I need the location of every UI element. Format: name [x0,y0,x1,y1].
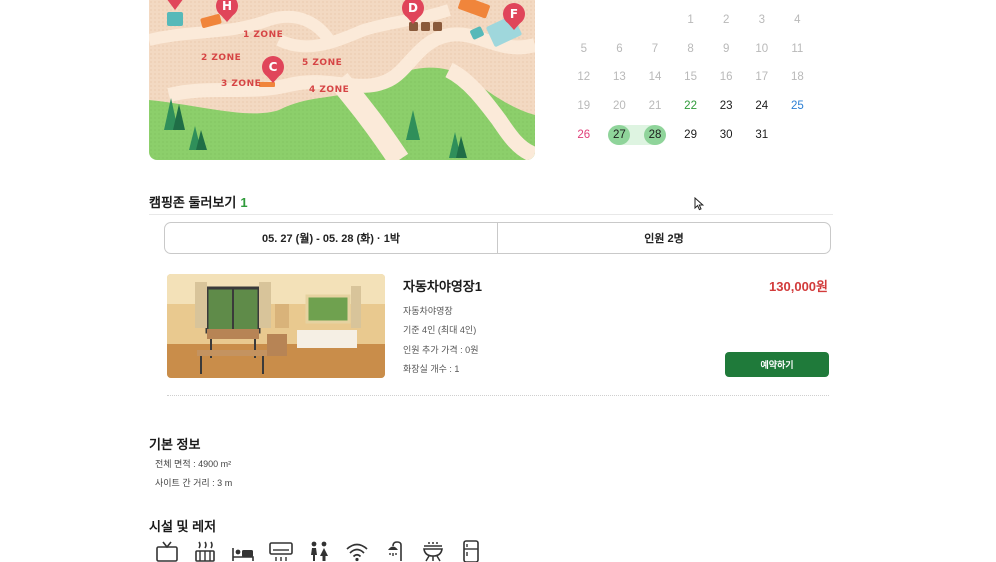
pin-letter-h: H [222,0,232,13]
calendar-day-30[interactable]: 30 [708,129,744,141]
facility-icon-list [155,540,483,562]
date-range-filter[interactable]: 05. 27 (월) - 05. 28 (화) · 1박 [165,223,497,253]
site-restroom-count: 화장실 개수 : 1 [403,364,460,374]
calendar-day-3[interactable]: 3 [744,14,780,26]
refrigerator-icon [463,540,479,562]
search-filter-bar: 05. 27 (월) - 05. 28 (화) · 1박 인원 2명 [164,222,831,254]
calendar-day-1[interactable]: 1 [673,14,709,26]
calendar-week-row: 19 20 21 22 23 24 25 [566,92,818,121]
pin-letter-f: F [510,7,518,21]
facilities-title: 시설 및 레저 [149,519,217,534]
site-price: 130,000원 [769,279,828,294]
calendar-day-10[interactable]: 10 [744,43,780,55]
calendar-week-row: 12 13 14 15 16 17 18 [566,63,818,92]
calendar-day-13[interactable]: 13 [602,71,638,83]
calendar-day-23[interactable]: 23 [708,100,744,112]
zone-label-2: 2 ZONE [201,53,241,63]
calendar-day-11[interactable]: 11 [780,43,816,55]
restroom-icon [311,541,328,561]
site-photo[interactable] [167,274,385,378]
calendar-week-row: 26 27 28 29 30 31 [566,120,818,149]
calendar-day-20[interactable]: 20 [602,100,638,112]
calendar-day-28[interactable]: 28 [637,124,673,145]
calendar-day-5[interactable]: 5 [566,43,602,55]
calendar-day-6[interactable]: 6 [602,43,638,55]
pin-letter-c: C [269,60,278,74]
calendar-day-4[interactable]: 4 [780,14,816,26]
wifi-icon [346,543,368,562]
bed-icon [232,548,254,561]
calendar-day-2[interactable]: 2 [708,14,744,26]
calendar-day-9[interactable]: 9 [708,43,744,55]
site-distance: 사이트 간 거리 : 3 m [155,478,233,488]
camping-zones-heading: 캠핑존 둘러보기 1 [149,192,248,211]
calendar-day-24[interactable]: 24 [744,100,780,112]
site-type: 자동차야영장 [403,306,453,316]
site-capacity: 기준 4인 (최대 4인) [403,325,477,335]
calendar-day-12[interactable]: 12 [566,71,602,83]
calendar-day-25[interactable]: 25 [780,100,816,112]
calendar-day-21[interactable]: 21 [637,100,673,112]
calendar-day-7[interactable]: 7 [637,43,673,55]
date-calendar: 1 2 3 4 5 6 7 8 9 10 11 12 13 14 15 16 17 18 19 20 21 22 23 24 2… [566,6,818,149]
basic-info-title: 기본 정보 [149,437,201,452]
guest-count-filter[interactable]: 인원 2명 [497,223,830,253]
pin-letter-d: D [408,1,418,15]
zone-label-4: 4 ZONE [309,85,349,95]
calendar-day-26[interactable]: 26 [566,129,602,141]
calendar-day-22[interactable]: 22 [673,100,709,112]
mouse-cursor-icon [694,197,704,211]
calendar-day-19[interactable]: 19 [566,100,602,112]
reserve-button[interactable]: 예약하기 [725,352,829,377]
calendar-day-18[interactable]: 18 [780,71,816,83]
section-divider [149,214,833,215]
calendar-day-8[interactable]: 8 [673,43,709,55]
calendar-day-15[interactable]: 15 [673,71,709,83]
air-conditioner-icon [269,542,293,561]
calendar-day-29[interactable]: 29 [673,129,709,141]
zone-label-5: 5 ZONE [302,58,342,68]
total-area: 전체 면적 : 4900 m² [155,459,232,469]
camping-zones-count: 1 [240,195,248,210]
card-divider [167,395,829,396]
calendar-day-14[interactable]: 14 [637,71,673,83]
calendar-day-17[interactable]: 17 [744,71,780,83]
calendar-week-row: 5 6 7 8 9 10 11 [566,35,818,64]
calendar-day-16[interactable]: 16 [708,71,744,83]
barbecue-grill-icon [423,542,443,562]
campsite-map[interactable]: 1 ZONE 2 ZONE 3 ZONE 4 ZONE 5 ZONE H D F [149,0,535,160]
calendar-day-27[interactable]: 27 [602,124,638,145]
zone-label-3: 3 ZONE [221,79,261,89]
calendar-week-row: 1234 [566,6,818,35]
calendar-day-31[interactable]: 31 [744,129,780,141]
camping-zones-title: 캠핑존 둘러보기 [149,195,237,210]
tv-icon [156,541,178,562]
zone-label-1: 1 ZONE [243,30,283,40]
heater-icon [195,541,215,562]
site-name[interactable]: 자동차야영장1 [403,276,482,295]
shower-icon [388,541,402,561]
site-extra-fee: 인원 추가 가격 : 0원 [403,345,479,355]
